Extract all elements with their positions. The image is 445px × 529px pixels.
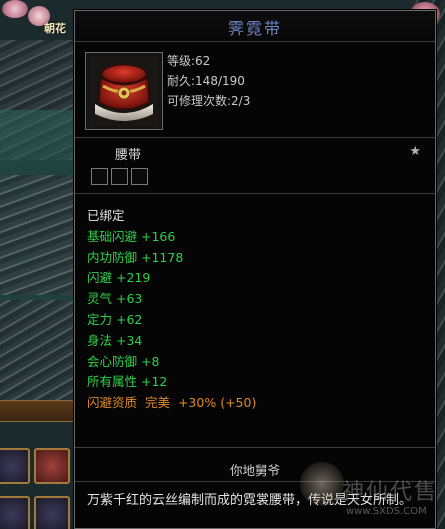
attribute-value: +166 [141,228,176,244]
skill-slot[interactable] [34,496,70,529]
item-repair-count: 可修理次数:2/3 [167,94,251,108]
item-description: 万紫千红的云丝编制而成的霓裳腰带，传说是天女所制。 [87,493,413,508]
item-durability: 耐久:148/190 [167,74,245,88]
tooltip-title-bar: 霁霓带 [75,11,435,42]
quality-row: 闪避资质 完美 +30% (+50) [87,393,256,414]
divider [75,193,435,194]
quality-extra: (+50) [220,395,257,411]
gem-slot [111,168,128,185]
blossom-decoration [2,0,28,18]
attribute-value: +63 [116,291,143,307]
attribute-name: 内功防御 [87,249,138,265]
attribute-value: +8 [141,353,160,369]
attribute-row: 定力 +62 [87,310,256,331]
attribute-name: 闪避 [87,270,113,286]
item-icon-frame [85,52,163,130]
attribute-name: 身法 [87,332,113,348]
item-level: 等级:62 [167,54,211,68]
attribute-name: 所有属性 [87,374,138,390]
item-type: 腰带 [115,148,142,163]
attribute-value: +1178 [141,249,184,265]
attribute-row: 身法 +34 [87,331,256,352]
attribute-row: 闪避 +219 [87,268,256,289]
gem-slots [91,168,151,189]
skill-slot[interactable] [0,496,30,529]
divider [75,481,435,482]
item-tooltip: 霁霓带 等级:62 耐久:148/190 可修理次数:2/3 腰带 ★ 已绑定 … [74,10,436,529]
attribute-row: 内功防御 +1178 [87,248,256,269]
skill-slot[interactable] [34,448,70,484]
divider [75,137,435,138]
attribute-name: 会心防御 [87,353,138,369]
bound-status: 已绑定 [87,208,125,223]
attribute-value: +62 [116,311,143,327]
item-name: 霁霓带 [227,19,282,38]
gem-slot [131,168,148,185]
quality-name: 闪避资质 [87,395,138,411]
skill-slot[interactable] [0,448,30,484]
attribute-name: 基础闪避 [87,228,138,244]
attribute-value: +12 [141,374,168,390]
attribute-value: +34 [116,332,143,348]
quality-grade: 完美 [144,395,170,411]
attribute-value: +219 [116,270,151,286]
hud-bar [0,400,75,422]
divider [75,447,435,448]
attribute-row: 基础闪避 +166 [87,227,256,248]
quality-bonus: +30% [177,395,217,411]
item-basic-stats: 等级:62 耐久:148/190 可修理次数:2/3 [167,51,250,111]
attribute-row: 所有属性 +12 [87,372,256,393]
signature: 你地舅爷 [229,463,280,478]
attribute-name: 灵气 [87,291,113,307]
attribute-list: 已绑定 基础闪避 +166 内功防御 +1178 闪避 +219 灵气 +63 … [87,206,256,414]
attribute-row: 会心防御 +8 [87,352,256,373]
attribute-row: 灵气 +63 [87,289,256,310]
star-icon: ★ [409,144,421,159]
gem-slot [91,168,108,185]
attribute-name: 定力 [87,311,113,327]
belt-icon [89,56,159,126]
scene-label: 朝花 [44,22,66,35]
